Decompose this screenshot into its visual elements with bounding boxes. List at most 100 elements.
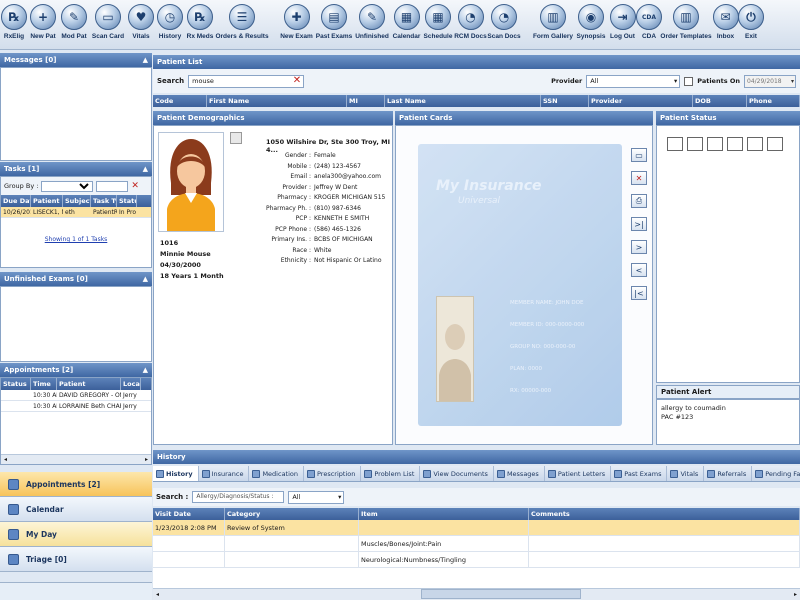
nav-triage[interactable]: Triage [0] (0, 547, 152, 572)
appointments-column-header[interactable]: Status (1, 378, 31, 390)
toolbar-button-synopsis[interactable]: ◉ Synopsis (575, 0, 607, 49)
tab-past-exams-tab[interactable]: Past Exams (611, 466, 668, 481)
tasks-column-header[interactable]: Statu (117, 195, 137, 207)
tab-history-tab[interactable]: History (153, 466, 199, 481)
toolbar-button-log-out[interactable]: ⇥ Log Out (607, 0, 638, 49)
status-box[interactable] (667, 137, 683, 151)
toolbar-button-vitals[interactable]: ♥ Vitals (126, 0, 156, 49)
tab-insurance[interactable]: Insurance (199, 466, 250, 481)
task-row[interactable]: 10/26/201LISECK1, Marybeth PatientReIn Pr… (1, 207, 151, 218)
patients-on-date[interactable]: 04/29/2018 ▾ (744, 74, 796, 88)
tasks-column-header[interactable]: Due Date (1, 195, 31, 207)
history-row[interactable]: Neurological:Numbness/Tingling (153, 552, 800, 568)
status-box[interactable] (727, 137, 743, 151)
toolbar-button-rx-elig[interactable]: ℞ RxElig (0, 0, 28, 49)
collapse-arrow-icon[interactable]: ▲ (143, 162, 148, 176)
unfinished-exams-header[interactable]: Unfinished Exams [0] ▲ (0, 272, 152, 286)
history-column-header[interactable]: Visit Date (153, 508, 225, 520)
appointments-header[interactable]: Appointments [2] ▲ (0, 363, 152, 377)
tab-medication[interactable]: Medication (249, 466, 304, 481)
history-row[interactable]: Muscles/Bones/Joint:Pain (153, 536, 800, 552)
print-card-icon[interactable]: ⎙ (631, 194, 647, 208)
next-card-icon[interactable]: > (631, 240, 647, 254)
tab-referrals[interactable]: Referrals (704, 466, 753, 481)
toolbar-button-unfinished[interactable]: ✎ Unfinished (353, 0, 391, 49)
status-box[interactable] (707, 137, 723, 151)
toolbar-button-rx-meds[interactable]: ℞ Rx Meds (184, 0, 216, 49)
toolbar-button-new-patient[interactable]: + New Pat (28, 0, 58, 49)
tasks-header[interactable]: Tasks [1] ▲ (0, 162, 152, 176)
history-search-input[interactable]: Allergy/Diagnosis/Status : (192, 491, 285, 503)
tab-messages-tab[interactable]: Messages (494, 466, 545, 481)
toolbar-button-modify-patient[interactable]: ✎ Mod Pat (58, 0, 90, 49)
toolbar-button-form-gallery[interactable]: ▥ Form Gallery (531, 0, 575, 49)
tab-problem-list[interactable]: Problem List (361, 466, 421, 481)
tasks-column-header[interactable]: Task Typ (91, 195, 117, 207)
tab-patient-letters[interactable]: Patient Letters (545, 466, 612, 481)
last-card-icon[interactable]: >| (631, 217, 647, 231)
patient-list-column-header[interactable]: DOB (693, 95, 747, 107)
group-by-select[interactable] (41, 180, 94, 192)
appointments-scrollbar[interactable]: ◂ ▸ (1, 454, 151, 464)
appointment-row[interactable]: 10:30 AMDAVID GREGORY - OffiJerry (1, 390, 151, 401)
clear-icon[interactable]: ✕ (131, 181, 139, 191)
tasks-showing-link[interactable]: Showing 1 of 1 Tasks (1, 236, 151, 243)
tab-prescription[interactable]: Prescription (304, 466, 362, 481)
status-box[interactable] (747, 137, 763, 151)
toolbar-button-scan-card[interactable]: ▭ Scan Card (90, 0, 126, 49)
toolbar-button-order-templates[interactable]: ▥ Order Templates (660, 0, 712, 49)
nav-calendar-nav[interactable]: Calendar (0, 497, 152, 522)
patient-list-column-header[interactable]: Code (153, 95, 207, 107)
tasks-column-header[interactable]: Subject (63, 195, 91, 207)
toolbar-button-rcm-docs[interactable]: ◔ RCM Docs (454, 0, 487, 49)
clear-search-icon[interactable]: ✕ (293, 75, 301, 86)
tab-pending-fax[interactable]: Pending Fax (752, 466, 800, 481)
history-filter-select[interactable]: All ▾ (288, 490, 345, 504)
toolbar-button-inbox[interactable]: ✉ Inbox (712, 0, 739, 49)
collapse-arrow-icon[interactable]: ▲ (143, 53, 148, 67)
appointment-row[interactable]: 10:30 AMLORRAINE Beth CHAPMJerry (1, 401, 151, 412)
messages-header[interactable]: Messages [0] ▲ (0, 53, 152, 67)
edit-photo-icon[interactable] (230, 132, 242, 144)
scan-card-icon[interactable]: ▭ (631, 148, 647, 162)
collapse-arrow-icon[interactable]: ▲ (143, 272, 148, 286)
patient-list-column-header[interactable]: MI (347, 95, 385, 107)
history-row[interactable]: 1/23/2018 2:08 PM Review of System (153, 520, 800, 536)
appointments-column-header[interactable]: Time (31, 378, 57, 390)
appointments-column-header[interactable]: Locat (121, 378, 141, 390)
first-card-icon[interactable]: |< (631, 286, 647, 300)
toolbar-button-past-exams[interactable]: ▤ Past Exams (315, 0, 353, 49)
nav-overflow-bar[interactable] (0, 582, 152, 600)
toolbar-button-new-exam[interactable]: ✚ New Exam (278, 0, 315, 49)
patient-list-column-header[interactable]: Provider (589, 95, 693, 107)
patient-search-input[interactable]: mouse ✕ (188, 74, 305, 88)
patients-on-checkbox[interactable] (684, 76, 694, 86)
patient-list-column-header[interactable]: Last Name (385, 95, 541, 107)
previous-card-icon[interactable]: < (631, 263, 647, 277)
task-search-input[interactable] (96, 180, 129, 192)
toolbar-button-scan-docs[interactable]: ◔ Scan Docs (487, 0, 521, 49)
status-box[interactable] (767, 137, 783, 151)
patient-list-column-header[interactable]: Phone (747, 95, 800, 107)
history-column-header[interactable]: Item (359, 508, 529, 520)
toolbar-button-calendar[interactable]: ▦ Calendar (391, 0, 422, 49)
tasks-column-header[interactable]: Patient (31, 195, 63, 207)
status-box[interactable] (687, 137, 703, 151)
history-scrollbar[interactable]: ◂ ▸ (153, 588, 800, 600)
toolbar-button-cda[interactable]: CDA CDA (636, 0, 662, 49)
patient-list-column-header[interactable]: First Name (207, 95, 347, 107)
toolbar-button-schedule[interactable]: ▦ Schedule (422, 0, 454, 49)
delete-card-icon[interactable]: ✕ (631, 171, 647, 185)
nav-my-day[interactable]: My Day (0, 522, 152, 547)
tab-vitals-tab[interactable]: Vitals (667, 466, 705, 481)
toolbar-button-history[interactable]: ◷ History (156, 0, 184, 49)
history-column-header[interactable]: Category (225, 508, 359, 520)
history-column-header[interactable]: Comments (529, 508, 800, 520)
toolbar-button-orders-results[interactable]: ☰ Orders & Results (215, 0, 269, 49)
provider-select[interactable]: All ▾ (586, 74, 681, 88)
nav-appointments[interactable]: Appointments [2] (0, 472, 152, 497)
tab-view-documents[interactable]: View Documents (420, 466, 494, 481)
patient-list-column-header[interactable]: SSN (541, 95, 589, 107)
appointments-column-header[interactable]: Patient (57, 378, 121, 390)
collapse-arrow-icon[interactable]: ▲ (143, 363, 148, 377)
